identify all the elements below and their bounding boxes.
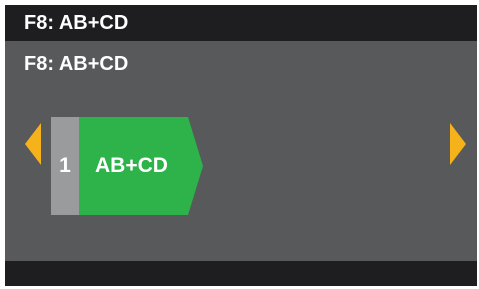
previous-button[interactable] [23, 122, 43, 166]
step-tile[interactable]: 1 AB+CD [51, 117, 203, 215]
header-bar: F8: AB+CD [5, 5, 477, 41]
header-title: F8: AB+CD [24, 12, 129, 34]
step-number: 1 [59, 154, 71, 177]
next-button[interactable] [448, 122, 468, 166]
footer-bar [5, 261, 477, 286]
arrow-right-icon [450, 123, 466, 165]
device-screen: F8: AB+CD F8: AB+CD 1 AB+CD [5, 5, 477, 286]
page-subtitle: F8: AB+CD [24, 53, 129, 75]
arrow-left-icon [25, 123, 41, 165]
step-label: AB+CD [95, 154, 168, 177]
